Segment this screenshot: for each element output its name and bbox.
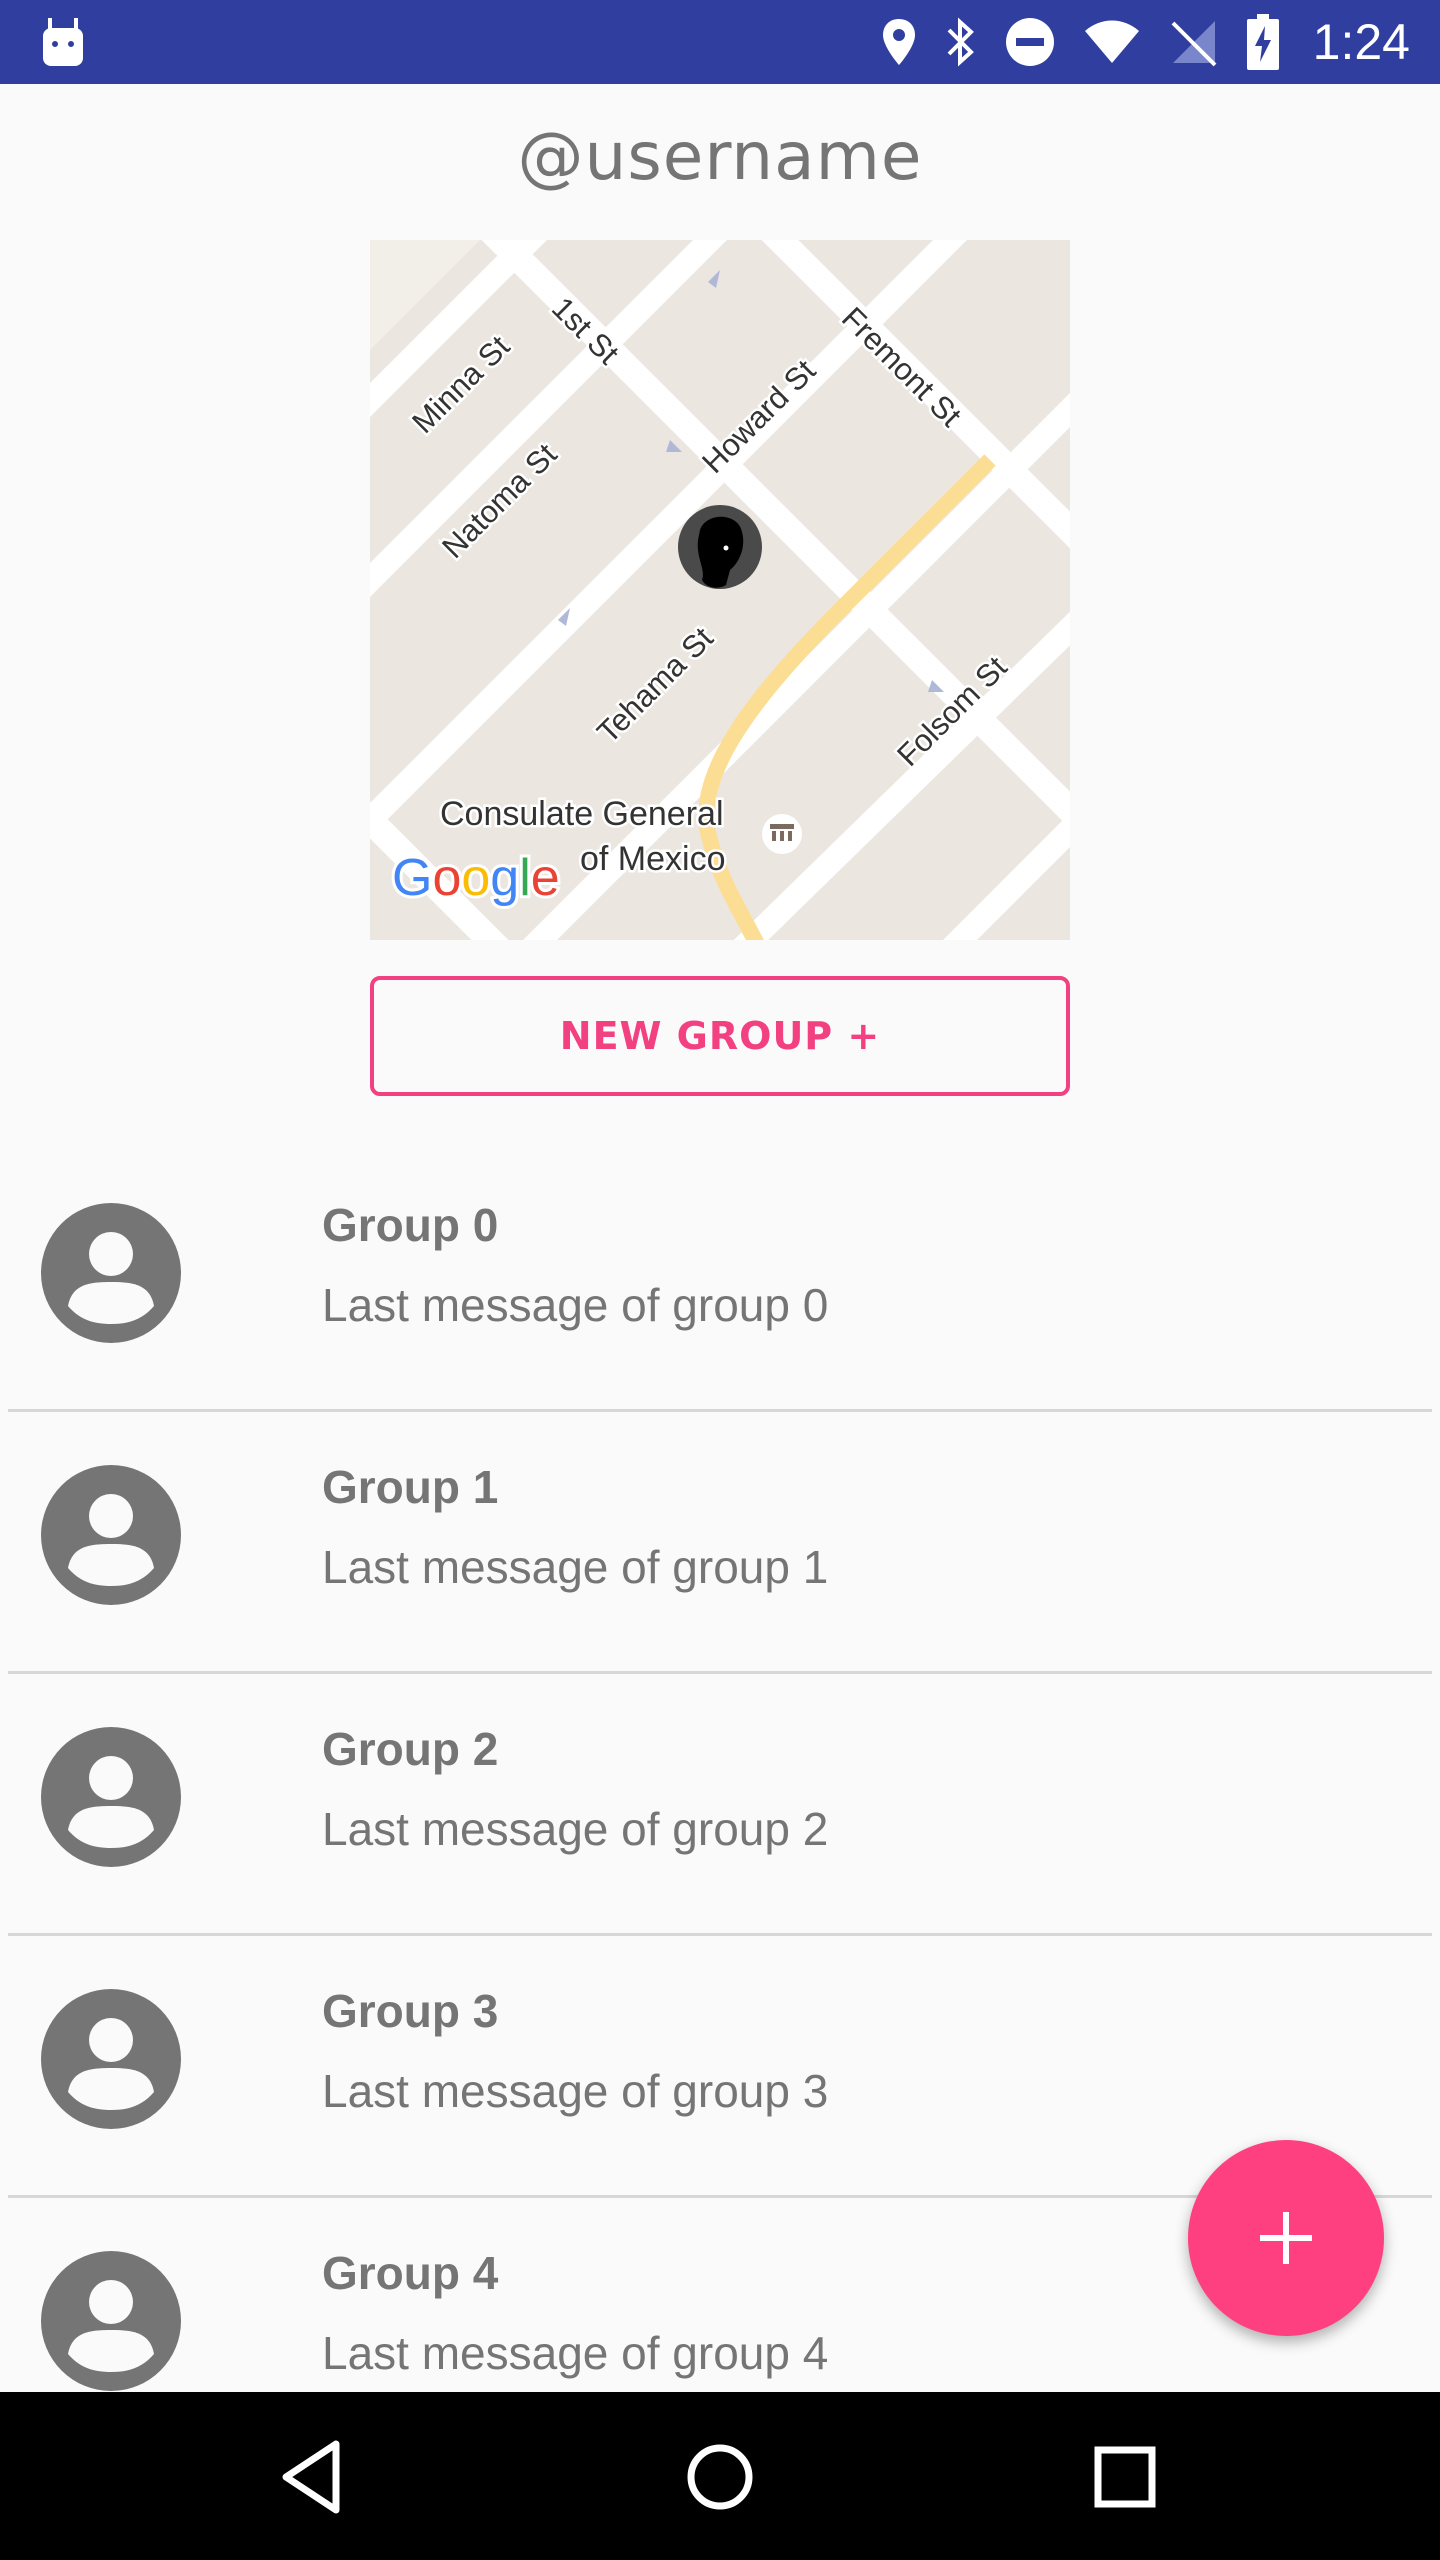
avatar-icon — [41, 1727, 181, 1867]
avatar-icon — [41, 1203, 181, 1343]
group-row[interactable]: Group 2 Last message of group 2 — [0, 1674, 1440, 1936]
android-icon — [43, 18, 83, 66]
map-view[interactable]: Minna St 1st St Natoma St Howard St Frem… — [370, 240, 1070, 940]
navigation-bar — [0, 2392, 1440, 2560]
no-signal-icon — [1171, 21, 1217, 67]
new-group-button[interactable]: NEW GROUP + — [370, 976, 1070, 1096]
poi-label: of Mexico — [580, 840, 726, 878]
status-bar: 1:24 — [0, 0, 1440, 84]
do-not-disturb-icon — [1005, 18, 1054, 66]
group-last-message: Last message of group 0 — [322, 1279, 829, 1331]
plus-icon — [1260, 2212, 1312, 2264]
group-last-message: Last message of group 4 — [322, 2327, 829, 2379]
group-row[interactable]: Group 0 Last message of group 0 — [0, 1150, 1440, 1412]
group-last-message: Last message of group 2 — [322, 1803, 829, 1855]
group-row[interactable]: Group 3 Last message of group 3 — [0, 1936, 1440, 2198]
poi-label: Consulate General — [440, 795, 724, 833]
group-name: Group 0 — [322, 1199, 499, 1251]
bluetooth-icon — [947, 17, 974, 67]
wifi-icon — [1084, 20, 1139, 63]
group-name: Group 1 — [322, 1461, 499, 1513]
avatar-icon — [41, 1989, 181, 2129]
status-time: 1:24 — [1312, 14, 1410, 70]
add-fab-button[interactable] — [1188, 2140, 1384, 2336]
back-icon[interactable] — [270, 2432, 360, 2522]
group-name: Group 4 — [322, 2247, 499, 2299]
museum-icon — [762, 814, 802, 854]
group-name: Group 2 — [322, 1723, 499, 1775]
group-last-message: Last message of group 1 — [322, 1541, 829, 1593]
recents-icon[interactable] — [1080, 2432, 1170, 2522]
google-logo: Google — [392, 849, 560, 907]
battery-charging-icon — [1246, 14, 1279, 70]
user-location-marker-icon — [678, 505, 762, 589]
avatar-icon — [41, 2251, 181, 2391]
page-title: @username — [517, 118, 923, 195]
group-name: Group 3 — [322, 1985, 499, 2037]
home-icon[interactable] — [675, 2432, 765, 2522]
location-pin-icon — [882, 19, 915, 65]
map-canvas: Minna St 1st St Natoma St Howard St Frem… — [370, 240, 1070, 940]
avatar-icon — [41, 1465, 181, 1605]
group-last-message: Last message of group 3 — [322, 2065, 829, 2117]
group-row[interactable]: Group 1 Last message of group 1 — [0, 1412, 1440, 1674]
